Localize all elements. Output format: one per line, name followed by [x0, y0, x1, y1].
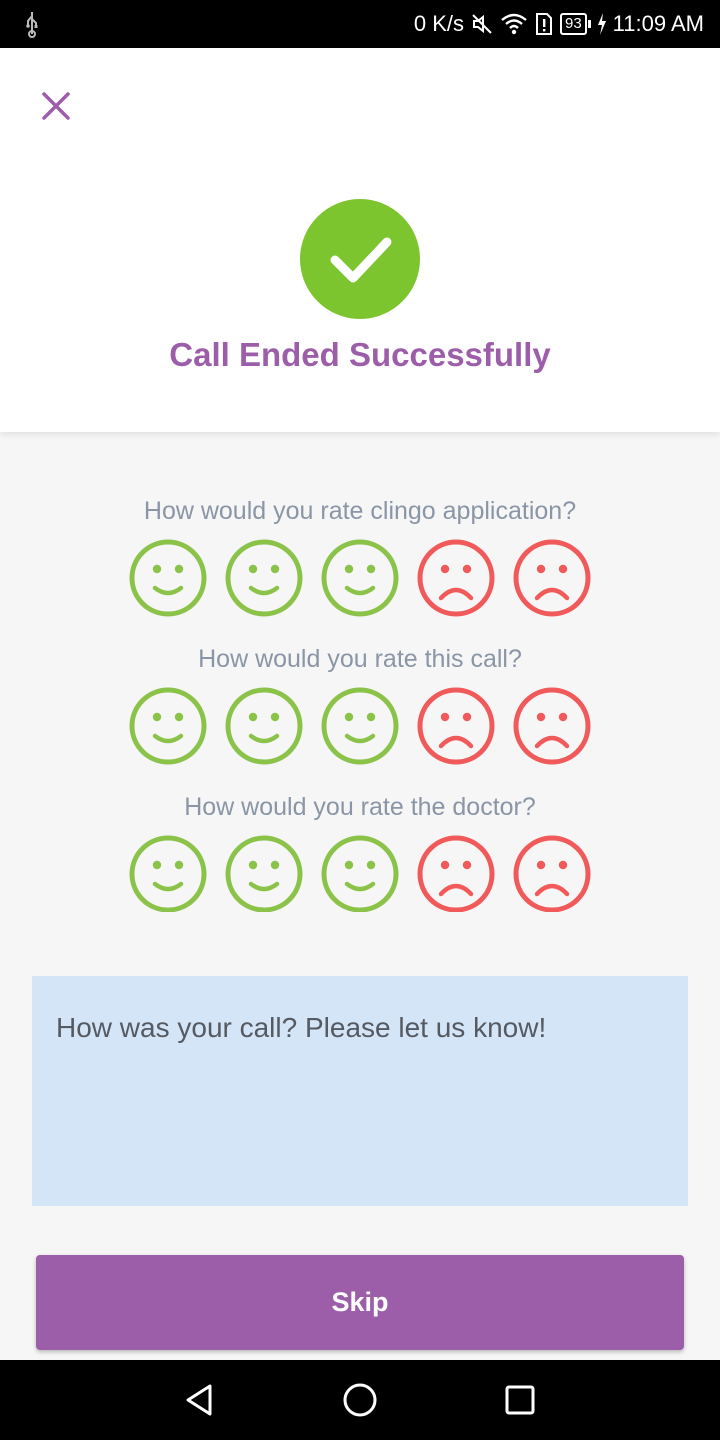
sad-face-icon[interactable]: [416, 834, 496, 912]
back-icon: [186, 1384, 212, 1416]
wifi-icon: [501, 13, 527, 35]
skip-button[interactable]: Skip: [36, 1255, 684, 1350]
rating-question: How would you rate this call?: [198, 645, 522, 673]
rating-faces: [0, 834, 720, 912]
recents-icon: [505, 1385, 535, 1415]
rating-question-block: How would you rate this call?: [0, 642, 720, 790]
happy-face-icon[interactable]: [320, 538, 400, 618]
recents-button[interactable]: [496, 1376, 544, 1424]
happy-face-icon[interactable]: [320, 686, 400, 766]
rating-content: How would you rate clingo application? Ho…: [0, 432, 720, 1360]
back-button[interactable]: [176, 1376, 224, 1424]
sad-face-icon[interactable]: [512, 834, 592, 912]
happy-face-icon[interactable]: [128, 834, 208, 912]
system-nav-bar: [0, 1360, 720, 1440]
rating-question-block: How would you rate the doctor?: [0, 790, 720, 912]
rating-faces: [0, 686, 720, 790]
ratings-list: How would you rate clingo application? Ho…: [0, 494, 720, 912]
home-button[interactable]: [336, 1376, 384, 1424]
rating-question: How would you rate clingo application?: [143, 497, 577, 525]
feedback-input[interactable]: [32, 976, 688, 1206]
checkmark-icon: [330, 237, 392, 283]
page-title: Call Ended Successfully: [169, 336, 551, 373]
sad-face-icon[interactable]: [416, 538, 496, 618]
home-icon: [343, 1383, 377, 1417]
sad-face-icon[interactable]: [416, 686, 496, 766]
sad-face-icon[interactable]: [512, 538, 592, 618]
rating-question: How would you rate the doctor?: [184, 793, 536, 821]
happy-face-icon[interactable]: [224, 834, 304, 912]
happy-face-icon[interactable]: [224, 538, 304, 618]
mute-icon: [472, 14, 492, 34]
clock: 11:09 AM: [612, 11, 704, 36]
close-icon: [42, 92, 70, 120]
rating-faces: [0, 538, 720, 642]
status-bar: 0 K/s 93 11:09 AM: [0, 0, 720, 48]
happy-face-icon[interactable]: [224, 686, 304, 766]
check-circle-icon: [300, 199, 420, 319]
rating-question-block: How would you rate clingo application?: [0, 494, 720, 642]
usb-icon: [26, 12, 38, 38]
battery-level: 93: [559, 13, 587, 35]
sad-face-icon[interactable]: [512, 686, 592, 766]
call-ended-header: Call Ended Successfully: [0, 48, 720, 432]
happy-face-icon[interactable]: [128, 686, 208, 766]
sim-alert-icon: [535, 13, 552, 35]
happy-face-icon[interactable]: [128, 538, 208, 618]
close-button[interactable]: [34, 84, 78, 128]
network-speed: 0 K/s: [413, 11, 464, 36]
happy-face-icon[interactable]: [320, 834, 400, 912]
charging-icon: [597, 13, 606, 35]
battery-icon: 93: [559, 13, 591, 35]
